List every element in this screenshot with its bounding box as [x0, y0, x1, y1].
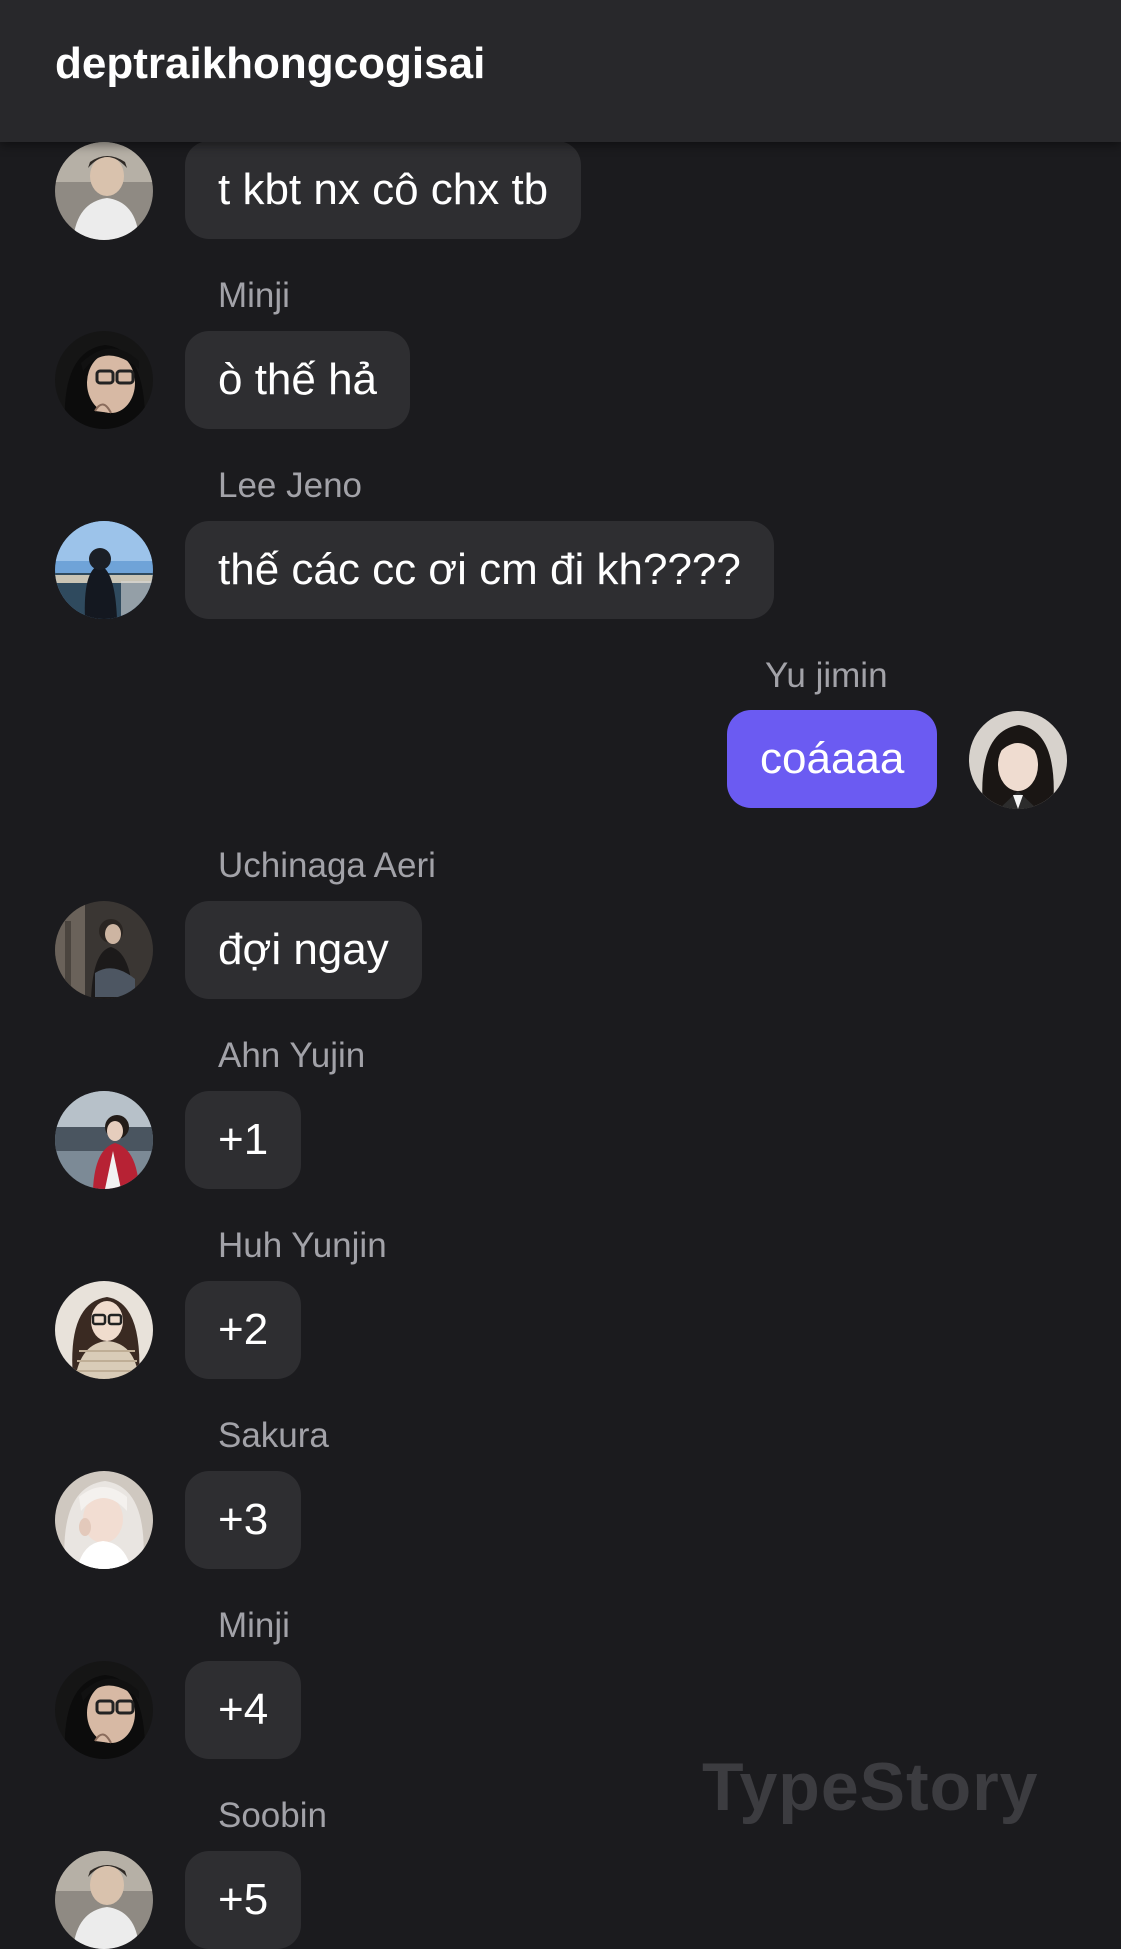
message-bubble[interactable]: +1: [185, 1091, 302, 1189]
sender-name: Yu jimin: [765, 656, 888, 695]
message-bubble[interactable]: +3: [185, 1471, 302, 1569]
message-bubble[interactable]: +5: [185, 1851, 302, 1949]
sender-name: Sakura: [218, 1416, 329, 1455]
sender-name: Ahn Yujin: [218, 1036, 366, 1075]
avatar[interactable]: [55, 1661, 153, 1759]
own-message-bubble[interactable]: coáaaa: [727, 710, 938, 808]
avatar[interactable]: [55, 1851, 153, 1949]
avatar[interactable]: [969, 711, 1067, 809]
chat-title: deptraikhongcogisai: [55, 39, 486, 88]
message-bubble[interactable]: +4: [185, 1661, 302, 1759]
sender-name: Minji: [218, 1606, 290, 1645]
avatar[interactable]: [55, 901, 153, 999]
watermark: TypeStory: [702, 1749, 1039, 1825]
message-bubble[interactable]: ò thế hả: [185, 331, 411, 429]
avatar[interactable]: [55, 142, 153, 240]
sender-name: Huh Yunjin: [218, 1226, 387, 1265]
message-bubble[interactable]: thế các cc ơi cm đi kh????: [185, 521, 774, 619]
chat-header: deptraikhongcogisai: [0, 0, 1121, 142]
sender-name: Uchinaga Aeri: [218, 846, 436, 885]
message-bubble[interactable]: đợi ngay: [185, 901, 422, 999]
avatar[interactable]: [55, 1281, 153, 1379]
avatar[interactable]: [55, 331, 153, 429]
sender-name: Soobin: [218, 1796, 327, 1835]
avatar[interactable]: [55, 1471, 153, 1569]
message-bubble[interactable]: t kbt nx cô chx tb: [185, 141, 582, 239]
message-bubble[interactable]: +2: [185, 1281, 302, 1379]
avatar[interactable]: [55, 521, 153, 619]
avatar[interactable]: [55, 1091, 153, 1189]
sender-name: Minji: [218, 276, 290, 315]
sender-name: Lee Jeno: [218, 466, 363, 505]
